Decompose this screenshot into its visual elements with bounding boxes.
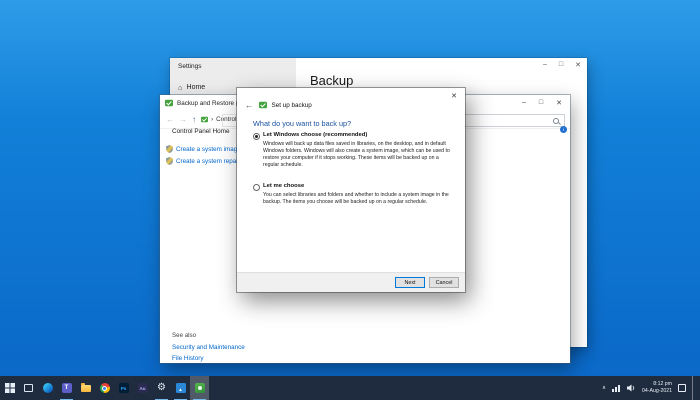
breadcrumb-icon <box>201 116 208 123</box>
taskbar-item-edge[interactable] <box>38 376 57 400</box>
volume-icon[interactable] <box>627 384 636 392</box>
close-button[interactable]: ✕ <box>575 61 581 69</box>
info-icon[interactable]: i <box>560 126 567 133</box>
dialog-title: Set up backup <box>271 101 312 109</box>
option-description: You can select libraries and folders and… <box>263 192 449 205</box>
option-description: Windows will back up data files saved in… <box>263 141 450 168</box>
link-label: Security and Maintenance <box>172 344 245 351</box>
backup-app-icon <box>165 99 173 107</box>
home-label: Home <box>186 84 206 91</box>
forward-button[interactable]: → <box>179 115 187 124</box>
uac-shield-icon <box>166 145 173 153</box>
minimize-button[interactable]: – <box>543 61 547 69</box>
control-panel-home-link[interactable]: Control Panel Home <box>172 128 230 135</box>
settings-window-controls: – □ ✕ <box>543 61 581 69</box>
next-button[interactable]: Next <box>395 277 425 288</box>
back-button[interactable]: ← <box>166 115 174 124</box>
network-icon[interactable] <box>612 384 621 392</box>
photoshop-icon: Ps <box>118 383 129 393</box>
taskbar-item-settings[interactable]: ⚙ <box>152 376 171 400</box>
security-maintenance-link[interactable]: Security and Maintenance <box>172 344 245 351</box>
setup-backup-icon <box>258 102 267 109</box>
dialog-footer: Next Cancel <box>237 272 465 292</box>
edge-icon <box>42 383 53 393</box>
sidebar-item-home[interactable]: ⌂ Home <box>178 83 205 92</box>
task-view-icon <box>24 384 33 392</box>
radio-let-me-choose[interactable] <box>253 184 260 191</box>
clock-date: 04-Aug-2021 <box>642 388 672 394</box>
taskbar-item-photoshop[interactable]: Ps <box>114 376 133 400</box>
search-box[interactable] <box>463 114 565 127</box>
minimize-button[interactable]: – <box>522 99 526 107</box>
uac-shield-icon <box>166 157 173 165</box>
windows-logo-icon <box>4 383 15 393</box>
start-button[interactable] <box>0 376 19 400</box>
link-label: Create a system image <box>176 145 241 153</box>
settings-window-title: Settings <box>178 63 202 70</box>
close-icon[interactable]: ✕ <box>451 92 457 100</box>
clock[interactable]: 8:12 pm 04-Aug-2021 <box>642 381 672 395</box>
option-label[interactable]: Let me choose <box>263 183 304 189</box>
maximize-button[interactable]: □ <box>539 99 543 107</box>
task-view-button[interactable] <box>19 376 38 400</box>
search-input[interactable] <box>464 115 553 126</box>
cancel-button[interactable]: Cancel <box>429 277 459 288</box>
photos-icon: ▲ <box>175 383 186 393</box>
desktop: Settings ⌂ Home Backup – □ ✕ Backup and … <box>0 0 700 400</box>
home-icon: ⌂ <box>178 83 183 92</box>
setup-backup-dialog: ✕ ← Set up backup What do you want to ba… <box>237 88 465 292</box>
taskbar-item-chrome[interactable] <box>95 376 114 400</box>
taskbar-item-audition[interactable]: Au <box>133 376 152 400</box>
breadcrumb-sep: › <box>211 116 214 123</box>
radio-let-windows-choose[interactable] <box>253 133 260 140</box>
maximize-button[interactable]: □ <box>559 61 563 69</box>
clock-time: 8:12 pm <box>653 381 672 388</box>
up-button[interactable]: ↑ <box>192 115 196 124</box>
taskbar: T Ps Au ⚙ ▲ ∧ 8:12 pm 04-Aug-2021 <box>0 376 700 400</box>
file-explorer-icon <box>80 382 91 392</box>
file-history-link[interactable]: File History <box>172 355 204 362</box>
option-label[interactable]: Let Windows choose (recommended) <box>263 132 367 138</box>
gear-icon: ⚙ <box>157 382 166 393</box>
teams-icon: T <box>61 383 72 393</box>
window-controls: – □ ✕ <box>522 99 565 107</box>
see-also-header: See also <box>172 332 197 339</box>
taskbar-item-backup-wizard[interactable] <box>190 376 209 400</box>
action-center-icon[interactable] <box>678 384 686 392</box>
link-label: File History <box>172 355 204 362</box>
settings-page-title: Backup <box>310 73 354 88</box>
show-desktop-button[interactable] <box>692 376 698 400</box>
hidden-icons-chevron[interactable]: ∧ <box>602 385 606 391</box>
close-button[interactable]: ✕ <box>556 99 562 107</box>
backup-wizard-icon <box>194 383 205 393</box>
audition-icon: Au <box>137 383 148 393</box>
chrome-icon <box>99 383 110 393</box>
taskbar-item-teams[interactable]: T <box>57 376 76 400</box>
taskbar-item-photos[interactable]: ▲ <box>171 376 190 400</box>
search-icon <box>553 117 559 124</box>
dialog-header: ← Set up backup <box>245 101 312 110</box>
dialog-heading: What do you want to back up? <box>253 119 352 128</box>
create-system-image-link[interactable]: Create a system image <box>166 145 241 153</box>
system-tray: ∧ 8:12 pm 04-Aug-2021 <box>602 376 700 400</box>
taskbar-item-file-explorer[interactable] <box>76 376 95 400</box>
back-arrow-icon[interactable]: ← <box>245 101 254 110</box>
